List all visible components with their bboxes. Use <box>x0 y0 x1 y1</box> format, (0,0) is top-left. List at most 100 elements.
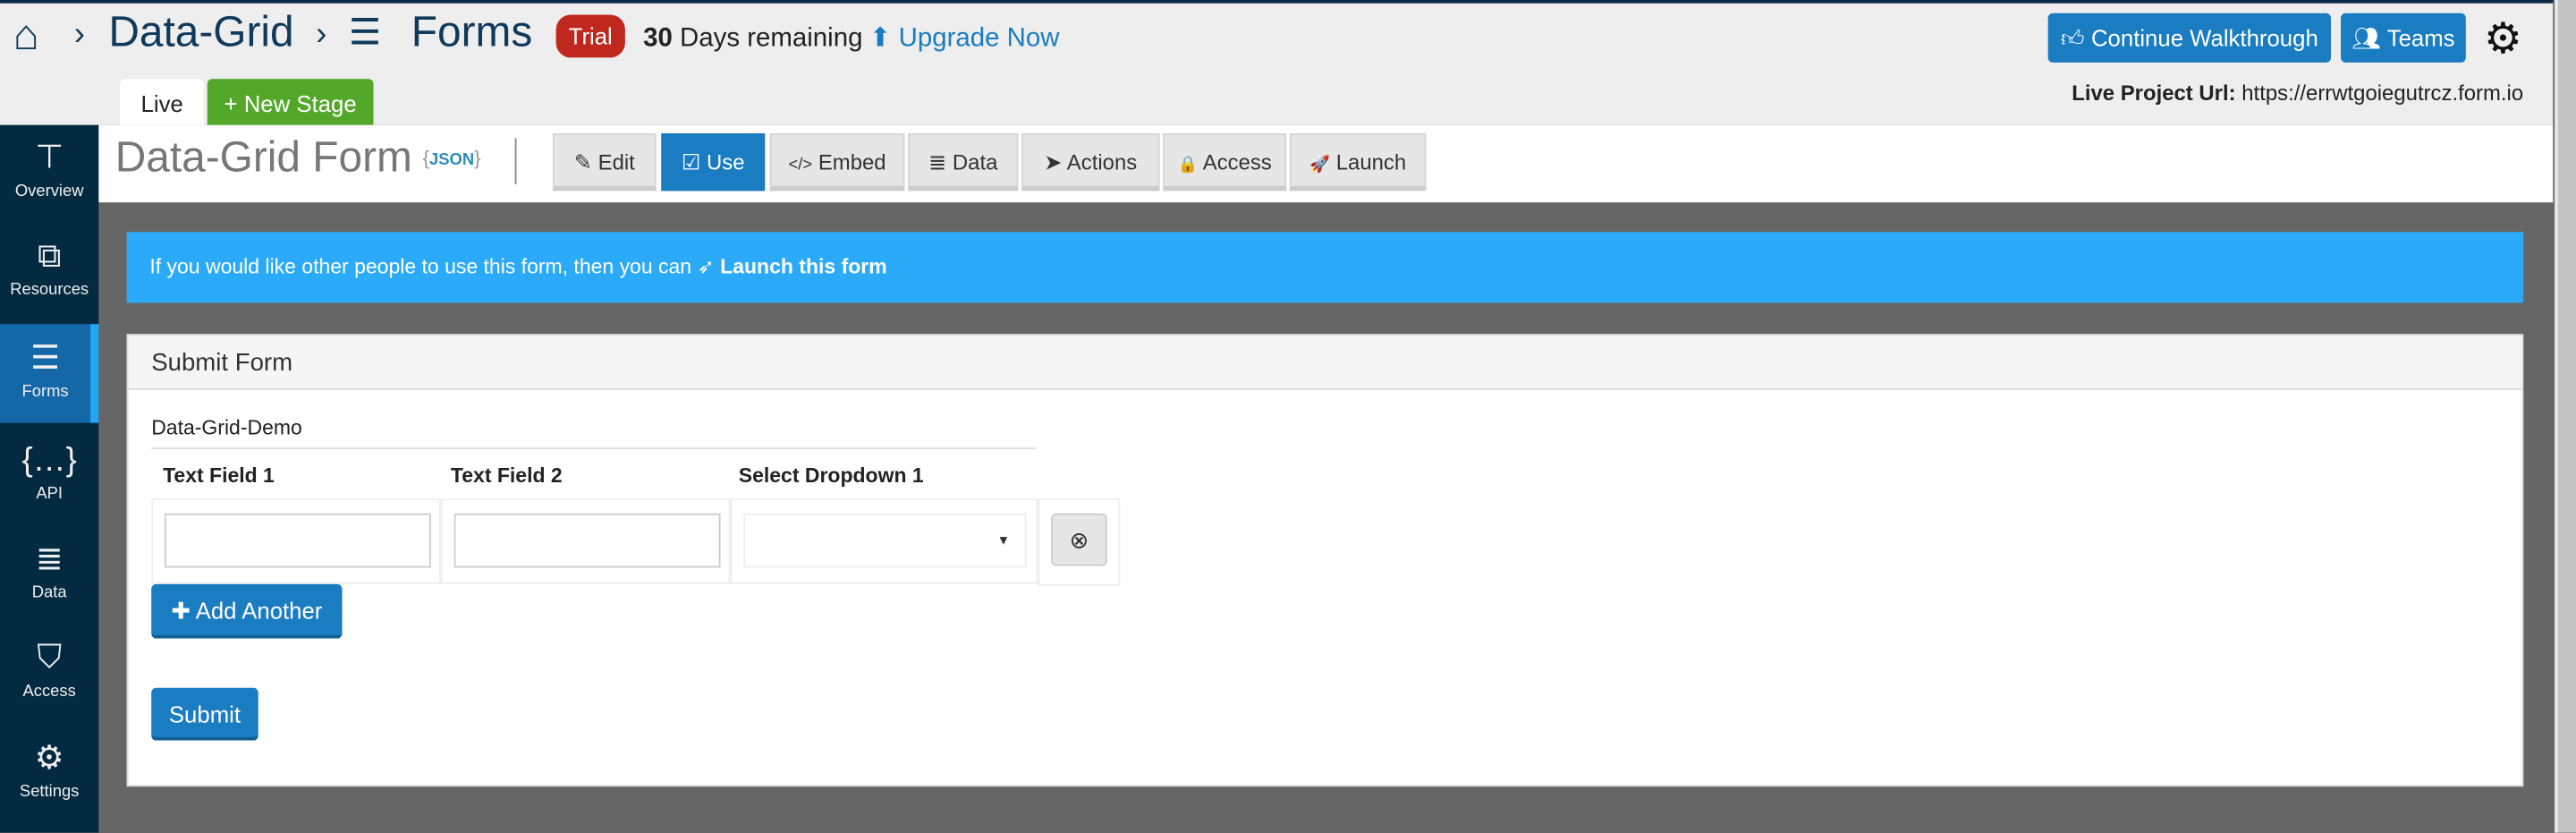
sidebar-label: Settings <box>19 783 80 802</box>
caret-down-icon: ▼ <box>996 532 1011 548</box>
text-field-2-input[interactable] <box>453 513 721 568</box>
sidebar-label: Forms <box>21 383 69 402</box>
live-url-value[interactable]: https://errwtgoiegutrcz.form.io <box>2241 81 2523 106</box>
teams-button[interactable]: 👥︎ Teams <box>2341 13 2466 63</box>
breadcrumb-section[interactable]: Forms <box>411 6 532 57</box>
tab-edit[interactable]: ✎ Edit <box>552 132 657 191</box>
json-link[interactable]: {JSON} <box>423 147 481 170</box>
json-label: JSON <box>429 151 475 170</box>
breadcrumb-project[interactable]: Data-Grid <box>108 6 293 57</box>
sitemap-icon: ⊤ <box>35 140 64 176</box>
tab-label: Launch <box>1335 149 1407 174</box>
sidebar-label: Resources <box>10 281 89 300</box>
grid-cell: ▼ <box>730 498 1038 584</box>
continue-walkthrough-button[interactable]: 👍︎ Continue Walkthrough <box>2047 13 2332 63</box>
divider <box>514 138 517 184</box>
sidebar-item-settings[interactable]: ⚙ Settings <box>0 739 98 815</box>
times-circle-icon: ⊗ <box>1069 526 1089 553</box>
days-count: 30 <box>643 24 673 53</box>
tab-use[interactable]: ☑ Use <box>661 132 766 191</box>
tab-label: Edit <box>597 149 635 174</box>
column-header: Text Field 2 <box>450 463 563 488</box>
api-icon: {…} <box>21 442 77 480</box>
tab-data[interactable]: ≣ Data <box>908 132 1019 191</box>
upgrade-link[interactable]: ⬆ Upgrade Now <box>869 25 1060 53</box>
launch-link-label: Launch this form <box>720 255 887 278</box>
thumbs-up-icon: 👍︎ <box>2060 24 2085 52</box>
tab-label: Access <box>1202 149 1272 174</box>
home-icon[interactable]: ⌂ <box>13 10 39 61</box>
sidebar-label: Data <box>31 583 67 603</box>
text-field-1-input[interactable] <box>164 513 431 568</box>
new-stage-button[interactable]: + New Stage <box>207 79 374 125</box>
select-dropdown-1[interactable]: ▼ <box>743 513 1027 568</box>
stage-tab-live[interactable]: Live <box>120 79 205 125</box>
datagrid-label: Data-Grid-Demo <box>151 416 302 440</box>
tab-embed[interactable]: </> Embed <box>769 132 905 191</box>
tab-label: Actions <box>1066 149 1138 174</box>
submit-form-panel: Submit Form Data-Grid-Demo Text Field 1 … <box>126 334 2524 787</box>
alert-text: If you would like other people to use th… <box>149 255 692 278</box>
arrow-up-circle-icon: ⬆ <box>869 24 892 53</box>
add-another-label: Add Another <box>195 597 323 625</box>
sidebar-item-overview[interactable]: ⊤ Overview <box>0 138 98 214</box>
teams-label: Teams <box>2386 24 2455 52</box>
resources-icon: ⧉ <box>38 238 62 276</box>
live-url-label: Live Project Url: <box>2072 81 2236 106</box>
grid-cell <box>151 498 441 584</box>
tab-label: Embed <box>818 149 886 174</box>
panel-heading: Submit Form <box>128 336 2522 390</box>
paper-plane-icon: ➤ <box>1044 149 1063 174</box>
trial-badge: Trial <box>555 14 625 58</box>
trial-remaining: 30 Days remaining ⬆ Upgrade Now <box>643 21 1059 55</box>
users-icon: 👥︎ <box>2351 24 2382 52</box>
forms-icon: ☰ <box>30 340 61 378</box>
scrollbar[interactable] <box>2555 0 2576 833</box>
grid-cell <box>440 498 731 584</box>
submit-button[interactable]: Submit <box>151 687 258 741</box>
app: ⌂ › Data-Grid › ☰ Forms Trial 30 Days re… <box>0 0 2576 833</box>
check-square-icon: ☑ <box>681 149 701 174</box>
code-icon: </> <box>788 156 813 174</box>
launch-form-link[interactable]: ➶ Launch this form <box>697 255 886 278</box>
add-another-button[interactable]: ✚ Add Another <box>151 583 343 639</box>
edit-icon: ✎ <box>573 149 592 174</box>
tab-actions[interactable]: ➤ Actions <box>1021 132 1160 191</box>
column-header: Select Dropdown 1 <box>738 463 924 488</box>
gear-icon: ⚙ <box>34 740 64 778</box>
database-icon: ≣ <box>35 541 64 578</box>
database-icon: ≣ <box>928 149 947 174</box>
rocket-icon: 🚀 <box>1309 156 1331 174</box>
remove-row-button[interactable]: ⊗ <box>1051 513 1107 566</box>
grid-cell: ⊗ <box>1038 498 1121 586</box>
sidebar-item-forms[interactable]: ☰ Forms <box>0 324 99 423</box>
plus-icon: ✚ <box>171 597 191 625</box>
shield-icon: ⛉ <box>37 640 62 676</box>
tab-launch[interactable]: 🚀 Launch <box>1289 132 1427 191</box>
sidebar-item-access[interactable]: ⛉ Access <box>0 639 98 715</box>
gear-icon[interactable]: ⚙ <box>2484 15 2522 61</box>
sidebar-label: Overview <box>14 183 84 201</box>
forms-icon: ☰ <box>348 11 382 53</box>
column-header: Text Field 1 <box>163 463 275 488</box>
rocket-icon: ➶ <box>697 255 715 278</box>
tab-label: Use <box>707 149 745 174</box>
upgrade-label: Upgrade Now <box>898 24 1060 53</box>
breadcrumb-separator: › <box>316 16 327 53</box>
tab-access[interactable]: 🔒 Access <box>1163 132 1287 191</box>
walkthrough-label: Continue Walkthrough <box>2090 24 2318 52</box>
launch-alert: If you would like other people to use th… <box>126 232 2524 303</box>
tab-label: Data <box>952 149 998 174</box>
sidebar-item-resources[interactable]: ⧉ Resources <box>0 237 98 313</box>
sidebar-label: API <box>36 485 64 504</box>
lock-icon: 🔒 <box>1177 156 1199 174</box>
days-text: Days remaining <box>680 24 863 53</box>
sidebar: ⊤ Overview ⧉ Resources ☰ Forms {…} API ≣ Data… <box>0 124 99 833</box>
breadcrumb-separator: › <box>73 16 86 53</box>
form-title: Data-Grid Form <box>114 132 412 182</box>
sidebar-label: Access <box>22 683 76 701</box>
live-project-url: Live Project Url: https://errwtgoiegutrc… <box>2072 81 2523 106</box>
sidebar-item-data[interactable]: ≣ Data <box>0 540 98 616</box>
datagrid-divider <box>151 447 1037 450</box>
sidebar-item-api[interactable]: {…} API <box>0 441 98 517</box>
